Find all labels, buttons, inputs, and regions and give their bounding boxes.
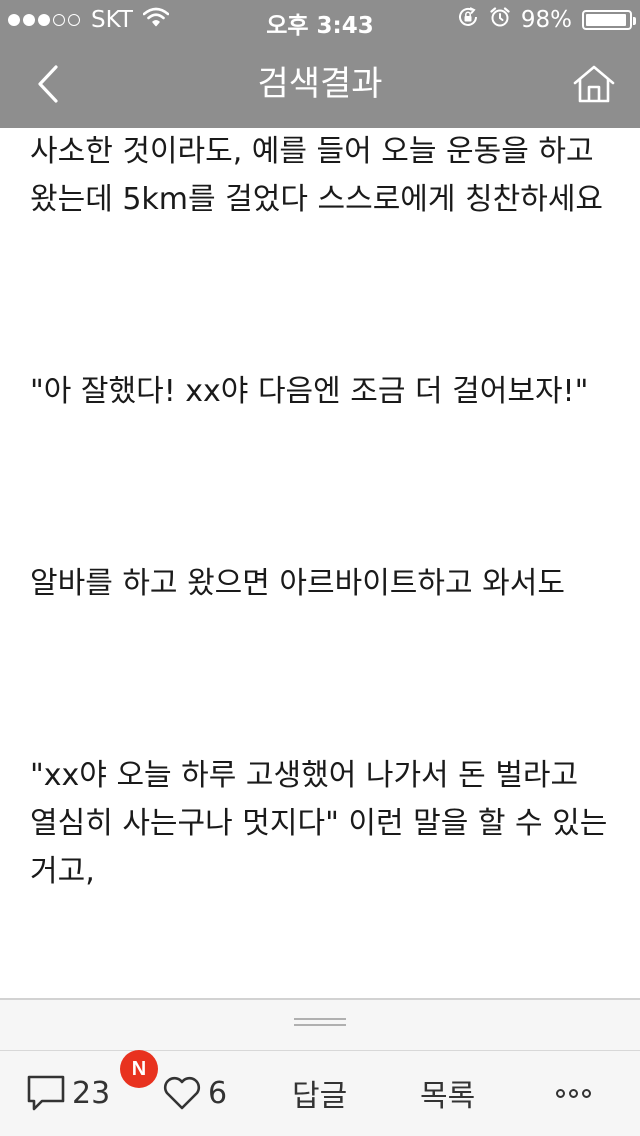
comment-icon (27, 1075, 65, 1111)
home-button[interactable] (566, 56, 622, 112)
battery-percent: 98% (520, 7, 572, 33)
more-icon (556, 1088, 595, 1098)
content-paragraph: 알바를 하고 왔으면 아르바이트하고 와서도 (30, 566, 565, 601)
page-title: 검색결과 (257, 64, 383, 104)
new-badge: N (120, 1050, 158, 1088)
rotation-lock-icon (457, 6, 479, 34)
comments-count: 23 (72, 1075, 111, 1111)
more-button[interactable] (556, 1069, 595, 1117)
nav-bar: 검색결과 (0, 40, 640, 128)
status-bar: SKT 오후 3:43 98% (0, 0, 640, 40)
content-paragraph: 사소한 것이라도, 예를 들어 오늘 운동을 하고 왔는데 5km를 걸었다 스… (30, 134, 604, 217)
like-button[interactable]: 6 (162, 1069, 227, 1117)
content-paragraph: "아 잘했다! xx야 다음엔 조금 더 걸어보자!" (30, 374, 589, 409)
bottom-bar: 23 N 6 답글 목록 (0, 998, 640, 1136)
content-paragraph: "xx야 오늘 하루 고생했어 나가서 돈 벌라고 열심히 사는구나 멋지다" … (30, 758, 608, 889)
home-icon (573, 65, 615, 103)
likes-count: 6 (208, 1075, 228, 1111)
list-button[interactable]: 목록 (420, 1069, 475, 1117)
status-right: 98% (447, 6, 636, 34)
reply-button[interactable]: 답글 (292, 1069, 347, 1117)
bottom-toolbar: 23 N 6 답글 목록 (0, 1050, 640, 1136)
comments-button[interactable]: 23 N (26, 1050, 158, 1117)
post-content: 사소한 것이라도, 예를 들어 오늘 운동을 하고 왔는데 5km를 걸었다 스… (30, 128, 610, 998)
drag-handle[interactable] (294, 1018, 346, 1028)
alarm-icon (489, 6, 511, 34)
battery-icon (582, 10, 636, 30)
heart-icon (163, 1076, 201, 1110)
